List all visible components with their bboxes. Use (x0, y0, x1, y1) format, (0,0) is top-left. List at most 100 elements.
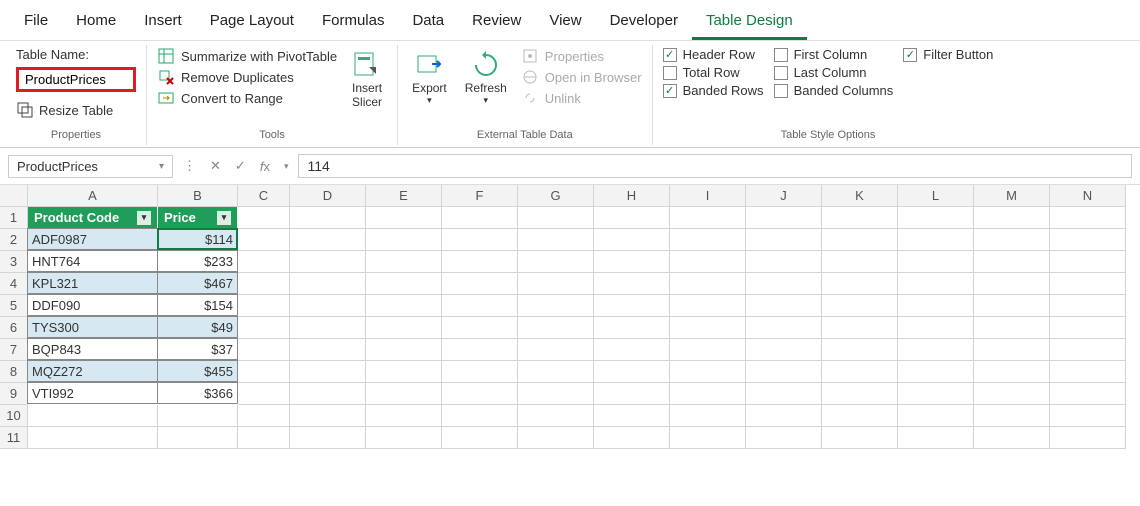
column-header[interactable]: D (290, 185, 366, 207)
cell[interactable] (746, 251, 822, 273)
cell[interactable] (822, 251, 898, 273)
filter-dropdown-icon[interactable]: ▾ (217, 211, 231, 225)
cell[interactable] (670, 295, 746, 317)
cell[interactable] (670, 427, 746, 449)
resize-table-button[interactable]: Resize Table (16, 101, 136, 119)
cancel-icon[interactable]: ✕ (206, 158, 225, 174)
row-header[interactable]: 7 (0, 339, 28, 361)
cell[interactable] (238, 251, 290, 273)
cell[interactable] (974, 295, 1050, 317)
enter-icon[interactable]: ✓ (231, 158, 250, 174)
column-header[interactable]: K (822, 185, 898, 207)
cell[interactable] (1050, 207, 1126, 229)
table-cell[interactable]: TYS300 (27, 316, 158, 338)
cell[interactable] (442, 207, 518, 229)
cell[interactable] (898, 383, 974, 405)
cell[interactable] (1050, 273, 1126, 295)
column-header[interactable]: B (158, 185, 238, 207)
cell[interactable] (974, 251, 1050, 273)
cell[interactable] (822, 229, 898, 251)
formula-bar[interactable]: 114 (298, 154, 1132, 178)
row-header[interactable]: 11 (0, 427, 28, 449)
cell[interactable] (670, 317, 746, 339)
last-column-checkbox[interactable]: Last Column (774, 65, 894, 80)
table-cell[interactable]: DDF090 (27, 294, 158, 316)
tab-developer[interactable]: Developer (596, 6, 692, 40)
refresh-button[interactable]: Refresh ▾ (461, 47, 511, 108)
cell[interactable] (746, 339, 822, 361)
tab-data[interactable]: Data (398, 6, 458, 40)
cell[interactable] (746, 361, 822, 383)
cell[interactable] (594, 229, 670, 251)
cell[interactable] (898, 229, 974, 251)
cell[interactable] (290, 207, 366, 229)
row-header[interactable]: 10 (0, 405, 28, 427)
cell[interactable] (822, 339, 898, 361)
more-icon[interactable]: ⋮ (179, 158, 200, 174)
row-header[interactable]: 4 (0, 273, 28, 295)
tab-formulas[interactable]: Formulas (308, 6, 399, 40)
column-header[interactable]: C (238, 185, 290, 207)
cell[interactable] (442, 295, 518, 317)
cell[interactable] (670, 361, 746, 383)
cell[interactable] (290, 295, 366, 317)
cell[interactable] (290, 427, 366, 449)
cell[interactable] (746, 229, 822, 251)
cell[interactable] (290, 361, 366, 383)
cell[interactable] (594, 427, 670, 449)
table-cell[interactable]: $37 (157, 338, 238, 360)
cell[interactable] (366, 273, 442, 295)
banded-rows-checkbox[interactable]: Banded Rows (663, 83, 764, 98)
unlink-button[interactable]: Unlink (521, 89, 642, 107)
column-header[interactable]: G (518, 185, 594, 207)
cell[interactable] (594, 383, 670, 405)
select-all-corner[interactable] (0, 185, 28, 207)
cell[interactable] (238, 361, 290, 383)
cell[interactable] (290, 339, 366, 361)
cell[interactable] (366, 229, 442, 251)
cell[interactable] (974, 207, 1050, 229)
cell[interactable] (822, 317, 898, 339)
total-row-checkbox[interactable]: Total Row (663, 65, 764, 80)
cell[interactable] (670, 339, 746, 361)
cell[interactable] (238, 229, 290, 251)
row-header[interactable]: 3 (0, 251, 28, 273)
remove-duplicates-button[interactable]: Remove Duplicates (157, 68, 337, 86)
cell[interactable] (898, 339, 974, 361)
cell[interactable] (1050, 383, 1126, 405)
row-header[interactable]: 6 (0, 317, 28, 339)
tab-review[interactable]: Review (458, 6, 535, 40)
tab-home[interactable]: Home (62, 6, 130, 40)
row-header[interactable]: 1 (0, 207, 28, 229)
cell[interactable] (822, 383, 898, 405)
cell[interactable] (518, 273, 594, 295)
cell[interactable] (1050, 405, 1126, 427)
column-header[interactable]: N (1050, 185, 1126, 207)
row-header[interactable]: 2 (0, 229, 28, 251)
cell[interactable] (746, 383, 822, 405)
cell[interactable] (290, 405, 366, 427)
row-header[interactable]: 9 (0, 383, 28, 405)
cell[interactable] (442, 251, 518, 273)
cell[interactable] (518, 295, 594, 317)
header-row-checkbox[interactable]: Header Row (663, 47, 764, 62)
cell[interactable] (822, 405, 898, 427)
cell[interactable] (290, 317, 366, 339)
table-cell[interactable]: $366 (157, 382, 238, 404)
cell[interactable] (746, 273, 822, 295)
tab-page-layout[interactable]: Page Layout (196, 6, 308, 40)
cell[interactable] (822, 427, 898, 449)
cell[interactable] (898, 273, 974, 295)
cell[interactable] (594, 273, 670, 295)
cell[interactable] (366, 207, 442, 229)
cell[interactable] (974, 427, 1050, 449)
tab-view[interactable]: View (535, 6, 595, 40)
cell[interactable] (366, 295, 442, 317)
row-header[interactable]: 5 (0, 295, 28, 317)
cell[interactable] (594, 339, 670, 361)
cell[interactable] (898, 317, 974, 339)
cell[interactable] (1050, 339, 1126, 361)
cell[interactable] (238, 405, 290, 427)
cell[interactable] (1050, 229, 1126, 251)
table-cell[interactable]: HNT764 (27, 250, 158, 272)
